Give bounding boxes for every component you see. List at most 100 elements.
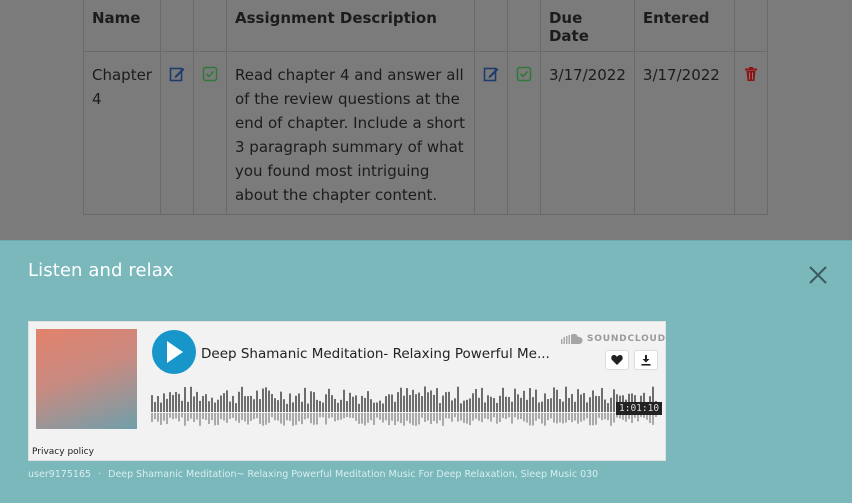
waveform-bar	[568, 397, 570, 412]
waveform-bar	[283, 399, 285, 412]
waveform[interactable]	[151, 382, 659, 430]
waveform-bar	[607, 403, 609, 412]
close-button[interactable]	[806, 263, 830, 287]
player-footer: user9175165 · Deep Shamanic Meditation~ …	[28, 469, 598, 480]
waveform-bar-reflection	[232, 413, 234, 418]
waveform-bar-reflection	[607, 413, 609, 421]
header-blank-5	[733, 0, 768, 52]
waveform-bar	[547, 399, 549, 412]
waveform-bar-reflection	[346, 413, 348, 418]
waveform-bar-reflection	[598, 413, 600, 418]
play-button[interactable]	[152, 330, 196, 374]
waveform-bar	[580, 394, 582, 412]
waveform-bar	[436, 388, 438, 412]
cell-edit-name[interactable]	[159, 51, 194, 215]
table-header-row: Name Assignment Description Due Date Ent…	[83, 0, 768, 52]
waveform-bar-reflection	[415, 413, 417, 426]
waveform-bar-reflection	[325, 413, 327, 425]
waveform-bar	[418, 392, 420, 412]
track-title[interactable]: Deep Shamanic Meditation- Relaxing Power…	[201, 346, 551, 362]
waveform-bar	[481, 387, 483, 412]
waveform-bar	[247, 396, 249, 412]
download-button[interactable]	[634, 350, 658, 370]
waveform-bar-reflection	[331, 413, 333, 418]
waveform-bar-reflection	[301, 413, 303, 425]
waveform-bar	[229, 401, 231, 412]
waveform-bar	[601, 388, 603, 412]
waveform-bar-reflection	[334, 413, 336, 422]
waveform-bar-reflection	[295, 413, 297, 425]
cell-due-date: 3/17/2022	[539, 51, 635, 215]
waveform-bar	[187, 401, 189, 412]
close-icon[interactable]	[806, 263, 830, 287]
waveform-bar-reflection	[592, 413, 594, 426]
waveform-bar-reflection	[496, 413, 498, 424]
waveform-bar-reflection	[535, 413, 537, 421]
waveform-bar	[595, 395, 597, 412]
waveform-bar	[445, 392, 447, 412]
waveform-bar-reflection	[268, 413, 270, 423]
waveform-bar-reflection	[280, 413, 282, 424]
waveform-bar	[529, 388, 531, 412]
waveform-bar-reflection	[199, 413, 201, 426]
soundcloud-logo[interactable]: SOUNDCLOUD	[561, 333, 666, 345]
privacy-policy-link[interactable]: Privacy policy	[32, 447, 94, 457]
waveform-bar	[505, 396, 507, 412]
waveform-bar-reflection	[172, 413, 174, 420]
soundcloud-player: Privacy policy Deep Shamanic Meditation-…	[28, 321, 666, 461]
waveform-bar	[232, 395, 234, 412]
cell-confirm-name[interactable]	[192, 51, 227, 215]
header-description: Assignment Description	[225, 0, 475, 52]
waveform-bar-reflection	[214, 413, 216, 426]
cell-edit-description[interactable]	[473, 51, 508, 215]
waveform-bar	[169, 392, 171, 412]
waveform-bar-reflection	[292, 413, 294, 426]
footer-user-link[interactable]: user9175165	[28, 469, 91, 480]
waveform-bar-reflection	[217, 413, 219, 425]
waveform-bar	[175, 391, 177, 412]
play-icon	[167, 341, 183, 363]
waveform-bar	[157, 396, 159, 412]
waveform-bar	[163, 393, 165, 412]
cell-confirm-description[interactable]	[506, 51, 541, 215]
waveform-bar-reflection	[163, 413, 165, 421]
waveform-bar	[472, 393, 474, 412]
waveform-bar-reflection	[307, 413, 309, 419]
check-square-icon[interactable]	[202, 66, 218, 82]
waveform-bar	[535, 389, 537, 412]
waveform-bar-reflection	[169, 413, 171, 418]
waveform-bar-reflection	[442, 413, 444, 426]
like-button[interactable]	[605, 350, 629, 370]
waveform-bar-reflection	[439, 413, 441, 421]
waveform-bar-reflection	[367, 413, 369, 423]
waveform-bar-reflection	[337, 413, 339, 421]
waveform-bar	[367, 391, 369, 412]
waveform-bar-reflection	[355, 413, 357, 421]
edit-icon[interactable]	[169, 66, 185, 82]
waveform-bar-reflection	[274, 413, 276, 421]
footer-track-link[interactable]: Deep Shamanic Meditation~ Relaxing Power…	[108, 469, 598, 480]
trash-icon[interactable]	[743, 66, 759, 82]
waveform-bar	[214, 402, 216, 412]
waveform-bar	[550, 398, 552, 412]
waveform-bar-reflection	[469, 413, 471, 426]
waveform-bar-reflection	[463, 413, 465, 423]
waveform-bar	[238, 391, 240, 412]
track-artwork[interactable]	[36, 329, 137, 429]
waveform-bar-reflection	[154, 413, 156, 420]
check-square-icon[interactable]	[516, 66, 532, 82]
waveform-bar-reflection	[430, 413, 432, 425]
waveform-bar	[397, 392, 399, 412]
waveform-bar	[430, 390, 432, 412]
waveform-bar-reflection	[160, 413, 162, 425]
waveform-bar-reflection	[571, 413, 573, 423]
edit-icon[interactable]	[483, 66, 499, 82]
waveform-bar	[160, 402, 162, 412]
header-blank-4	[506, 0, 541, 52]
waveform-bar-reflection	[235, 413, 237, 421]
waveform-bar-reflection	[208, 413, 210, 424]
waveform-bar-reflection	[319, 413, 321, 418]
cell-delete[interactable]	[733, 51, 768, 215]
waveform-bar	[349, 392, 351, 412]
waveform-bar	[454, 398, 456, 412]
